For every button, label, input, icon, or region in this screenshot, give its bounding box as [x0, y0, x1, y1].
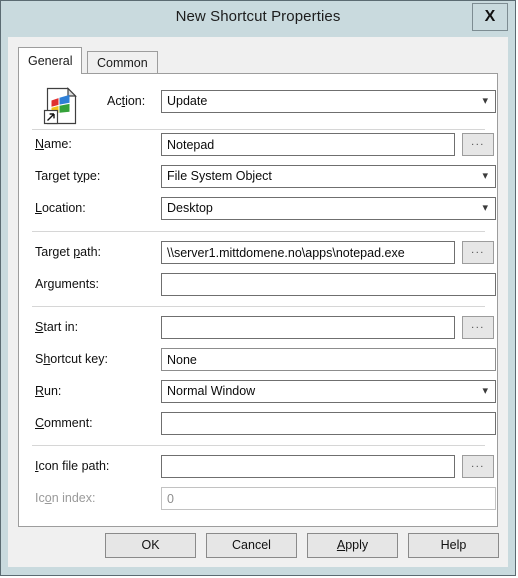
shortcut-key-input[interactable] — [161, 348, 496, 371]
ellipsis-icon: ... — [471, 244, 485, 256]
close-icon: X — [484, 8, 496, 25]
section-divider-4 — [32, 445, 485, 446]
comment-label: Comment: — [35, 416, 93, 430]
cancel-button[interactable]: Cancel — [206, 533, 297, 558]
action-value: Update — [167, 94, 208, 108]
start-in-label: Start in: — [35, 320, 79, 334]
chevron-down-icon: ▾ — [482, 170, 488, 182]
tab-common[interactable]: Common — [87, 51, 158, 73]
icon-index-input — [161, 487, 496, 510]
tab-panel-general: Action: Update ▾ Name: ... Target type: … — [18, 73, 498, 527]
help-button-label: Help — [440, 538, 467, 552]
window-title: New Shortcut Properties — [175, 8, 341, 25]
section-divider-2 — [32, 231, 485, 232]
run-combobox[interactable]: Normal Window ▾ — [161, 380, 496, 403]
icon-file-path-browse-button[interactable]: ... — [462, 455, 494, 478]
action-label: Action: — [107, 94, 146, 108]
icon-file-path-label: Icon file path: — [35, 459, 110, 473]
dialog-window: New Shortcut Properties X General Common — [0, 0, 516, 576]
location-label: Location: — [35, 201, 86, 215]
comment-input[interactable] — [161, 412, 496, 435]
icon-file-path-input[interactable] — [161, 455, 455, 478]
name-label: Name: — [35, 137, 72, 151]
target-path-browse-button[interactable]: ... — [462, 241, 494, 264]
action-combobox[interactable]: Update ▾ — [161, 90, 496, 113]
apply-button[interactable]: Apply — [307, 533, 398, 558]
chevron-down-icon: ▾ — [482, 95, 488, 107]
help-button[interactable]: Help — [408, 533, 499, 558]
ok-button[interactable]: OK — [105, 533, 196, 558]
apply-button-label: Apply — [336, 538, 369, 552]
tab-general-label: General — [28, 54, 73, 68]
cancel-button-label: Cancel — [232, 538, 271, 552]
ok-button-label: OK — [141, 538, 160, 552]
section-divider-3 — [32, 306, 485, 307]
title-bar: New Shortcut Properties X — [1, 1, 515, 37]
location-combobox[interactable]: Desktop ▾ — [161, 197, 496, 220]
arguments-label: Arguments: — [35, 277, 99, 291]
target-path-input[interactable] — [161, 241, 455, 264]
start-in-browse-button[interactable]: ... — [462, 316, 494, 339]
name-input[interactable] — [161, 133, 455, 156]
location-value: Desktop — [167, 201, 213, 215]
run-label: Run: — [35, 384, 62, 398]
target-path-label: Target path: — [35, 245, 102, 259]
shortcut-key-label: Shortcut key: — [35, 352, 108, 366]
run-value: Normal Window — [167, 384, 256, 398]
target-type-value: File System Object — [167, 169, 272, 183]
icon-index-label: Icon index: — [35, 491, 96, 505]
name-browse-button[interactable]: ... — [462, 133, 494, 156]
ellipsis-icon: ... — [471, 136, 485, 148]
start-in-input[interactable] — [161, 316, 455, 339]
tab-general[interactable]: General — [18, 47, 83, 74]
section-divider-1 — [32, 129, 485, 130]
target-type-label: Target type: — [35, 169, 101, 183]
ellipsis-icon: ... — [471, 458, 485, 470]
chevron-down-icon: ▾ — [482, 202, 488, 214]
chevron-down-icon: ▾ — [482, 385, 488, 397]
arguments-input[interactable] — [161, 273, 496, 296]
tab-common-label: Common — [97, 56, 148, 70]
shortcut-document-windows-icon — [41, 86, 81, 128]
target-type-combobox[interactable]: File System Object ▾ — [161, 165, 496, 188]
dialog-body: General Common Action: Update ▾ Name: No… — [8, 37, 508, 567]
ellipsis-icon: ... — [471, 319, 485, 331]
close-button[interactable]: X — [472, 3, 508, 31]
